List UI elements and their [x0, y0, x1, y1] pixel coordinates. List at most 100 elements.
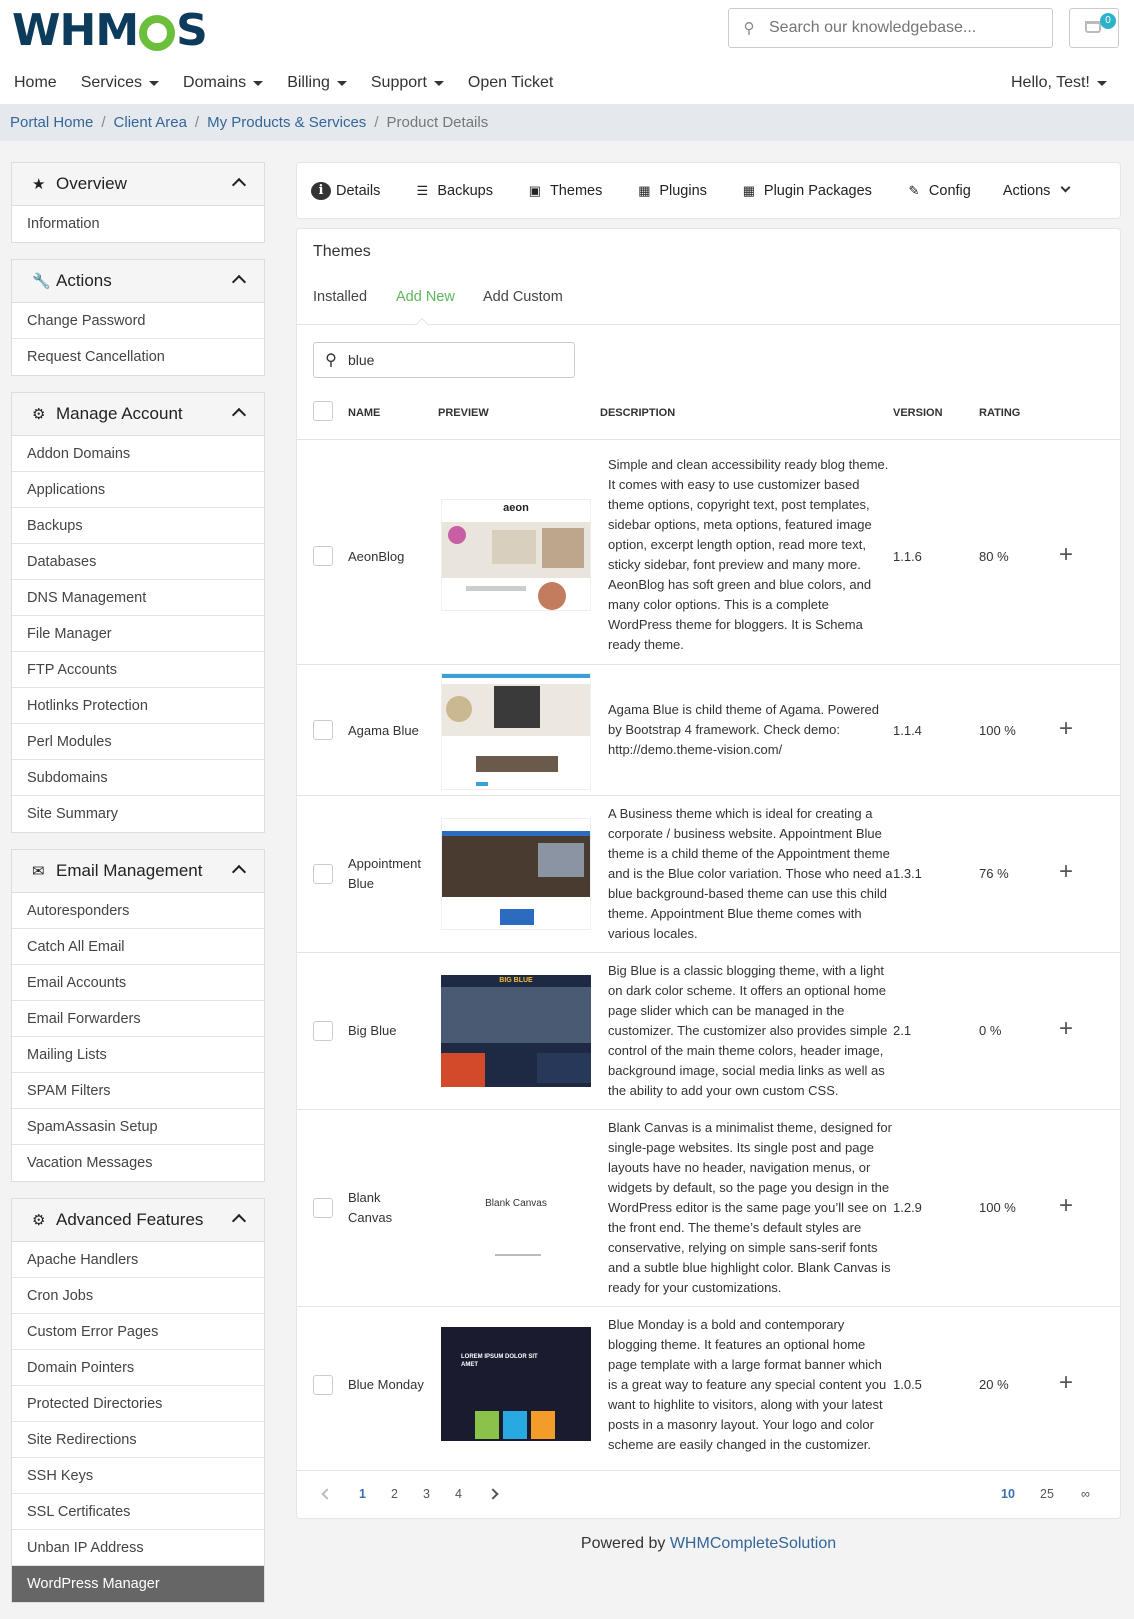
- sidebar-item-site-redirections[interactable]: Site Redirections: [12, 1422, 264, 1458]
- nav-home[interactable]: Home: [14, 70, 57, 96]
- sidebar-item-spamassasin-setup[interactable]: SpamAssasin Setup: [12, 1109, 264, 1145]
- nav-billing[interactable]: Billing: [287, 70, 347, 96]
- subtab-add-custom[interactable]: Add Custom: [483, 289, 563, 305]
- sidebar-item-ssl-certificates[interactable]: SSL Certificates: [12, 1494, 264, 1530]
- sidebar-item-email-accounts[interactable]: Email Accounts: [12, 965, 264, 1001]
- page-link[interactable]: 4: [455, 1487, 462, 1501]
- whmcs-logo[interactable]: WHM S: [12, 8, 208, 54]
- install-plus-icon[interactable]: +: [1059, 858, 1073, 886]
- nav-open-ticket[interactable]: Open Ticket: [468, 70, 553, 96]
- tab-plugins[interactable]: ▦ Plugins: [634, 182, 707, 200]
- themes-card: Themes Installed Add New Add Custom ⚲ NA…: [296, 228, 1121, 1519]
- sidebar-item-addon-domains[interactable]: Addon Domains: [12, 436, 264, 472]
- chevron-up-icon[interactable]: [231, 274, 247, 290]
- row-checkbox[interactable]: [313, 1021, 333, 1041]
- footer-link[interactable]: WHMCompleteSolution: [670, 1535, 836, 1552]
- gear-logo-icon: [139, 15, 176, 51]
- knowledgebase-search[interactable]: ⚲: [728, 8, 1053, 48]
- tab-details[interactable]: i Details: [311, 181, 380, 200]
- panel-header-overview[interactable]: ★ Overview: [12, 163, 264, 206]
- cart-button[interactable]: 0: [1069, 8, 1119, 48]
- per-page-option[interactable]: 10: [1001, 1487, 1015, 1501]
- sidebar-item-protected-directories[interactable]: Protected Directories: [12, 1386, 264, 1422]
- theme-search-input[interactable]: [348, 352, 548, 368]
- row-checkbox[interactable]: [313, 1375, 333, 1395]
- col-version[interactable]: VERSION: [893, 407, 943, 419]
- tab-backups[interactable]: ☰ Backups: [412, 182, 493, 200]
- sidebar-item-file-manager[interactable]: File Manager: [12, 616, 264, 652]
- theme-version: 1.1.6: [893, 549, 922, 564]
- install-plus-icon[interactable]: +: [1059, 715, 1073, 743]
- install-plus-icon[interactable]: +: [1059, 1015, 1073, 1043]
- sidebar-item-spam-filters[interactable]: SPAM Filters: [12, 1073, 264, 1109]
- col-name[interactable]: NAME: [348, 407, 380, 419]
- subtab-add-new[interactable]: Add New: [396, 289, 455, 305]
- tab-plugin-packages[interactable]: ▦ Plugin Packages: [739, 182, 872, 200]
- row-checkbox[interactable]: [313, 864, 333, 884]
- sidebar-item-applications[interactable]: Applications: [12, 472, 264, 508]
- chevron-up-icon[interactable]: [231, 407, 247, 423]
- next-page-icon[interactable]: [487, 1488, 499, 1500]
- knowledgebase-search-input[interactable]: [769, 19, 1039, 37]
- page-link[interactable]: 2: [391, 1487, 398, 1501]
- sidebar-item-change-password[interactable]: Change Password: [12, 303, 264, 339]
- panel-header-actions[interactable]: 🔧 Actions: [12, 260, 264, 303]
- sidebar-item-email-forwarders[interactable]: Email Forwarders: [12, 1001, 264, 1037]
- col-rating[interactable]: RATING: [979, 407, 1020, 419]
- per-page-option[interactable]: ∞: [1081, 1487, 1090, 1501]
- sidebar-item-hotlinks-protection[interactable]: Hotlinks Protection: [12, 688, 264, 724]
- product-tabs: i Details ☰ Backups ▣ Themes ▦ Plugins ▦ Plug…: [296, 162, 1121, 219]
- install-plus-icon[interactable]: +: [1059, 1192, 1073, 1220]
- user-menu[interactable]: Hello, Test!: [1011, 70, 1107, 96]
- breadcrumb-products-services[interactable]: My Products & Services: [207, 114, 366, 131]
- sidebar-item-wordpress-manager[interactable]: WordPress Manager: [12, 1566, 264, 1602]
- theme-rating: 0 %: [979, 1023, 1002, 1038]
- panel-header-manage-account[interactable]: ⚙ Manage Account: [12, 393, 264, 436]
- tab-actions[interactable]: Actions: [1003, 183, 1071, 199]
- tab-themes[interactable]: ▣ Themes: [525, 182, 603, 200]
- subtab-installed[interactable]: Installed: [313, 289, 367, 305]
- per-page-option[interactable]: 25: [1040, 1487, 1054, 1501]
- row-checkbox[interactable]: [313, 546, 333, 566]
- nav-domains[interactable]: Domains: [183, 70, 264, 96]
- panel-header-email-management[interactable]: ✉ Email Management: [12, 850, 264, 893]
- sidebar-item-vacation-messages[interactable]: Vacation Messages: [12, 1145, 264, 1181]
- breadcrumb-client-area[interactable]: Client Area: [114, 114, 187, 131]
- pencil-icon: ✎: [908, 182, 920, 198]
- sidebar-item-catch-all-email[interactable]: Catch All Email: [12, 929, 264, 965]
- sidebar-item-autoresponders[interactable]: Autoresponders: [12, 893, 264, 929]
- theme-search[interactable]: ⚲: [313, 342, 575, 378]
- nav-support[interactable]: Support: [371, 70, 444, 96]
- page-link[interactable]: 3: [423, 1487, 430, 1501]
- tab-config[interactable]: ✎ Config: [904, 182, 970, 200]
- prev-page-icon[interactable]: [321, 1488, 333, 1500]
- sidebar-item-cron-jobs[interactable]: Cron Jobs: [12, 1278, 264, 1314]
- sidebar-item-custom-error-pages[interactable]: Custom Error Pages: [12, 1314, 264, 1350]
- theme-name: AeonBlog: [348, 549, 405, 564]
- panel-header-advanced-features[interactable]: ⚙ Advanced Features: [12, 1199, 264, 1242]
- sidebar-item-information[interactable]: Information: [12, 206, 264, 242]
- sidebar-item-dns-management[interactable]: DNS Management: [12, 580, 264, 616]
- select-all-checkbox[interactable]: [313, 401, 333, 421]
- sidebar-item-ftp-accounts[interactable]: FTP Accounts: [12, 652, 264, 688]
- install-plus-icon[interactable]: +: [1059, 1369, 1073, 1397]
- chevron-up-icon[interactable]: [231, 864, 247, 880]
- nav-services[interactable]: Services: [81, 70, 160, 96]
- sidebar-item-ssh-keys[interactable]: SSH Keys: [12, 1458, 264, 1494]
- row-checkbox[interactable]: [313, 720, 333, 740]
- row-checkbox[interactable]: [313, 1198, 333, 1218]
- sidebar-item-perl-modules[interactable]: Perl Modules: [12, 724, 264, 760]
- sidebar-item-subdomains[interactable]: Subdomains: [12, 760, 264, 796]
- sidebar-item-backups[interactable]: Backups: [12, 508, 264, 544]
- sidebar-item-apache-handlers[interactable]: Apache Handlers: [12, 1242, 264, 1278]
- install-plus-icon[interactable]: +: [1059, 541, 1073, 569]
- breadcrumb-portal-home[interactable]: Portal Home: [10, 114, 93, 131]
- sidebar-item-domain-pointers[interactable]: Domain Pointers: [12, 1350, 264, 1386]
- chevron-up-icon[interactable]: [231, 1213, 247, 1229]
- sidebar-item-mailing-lists[interactable]: Mailing Lists: [12, 1037, 264, 1073]
- chevron-up-icon[interactable]: [231, 177, 247, 193]
- sidebar-item-request-cancellation[interactable]: Request Cancellation: [12, 339, 264, 375]
- page-link[interactable]: 1: [359, 1487, 366, 1501]
- sidebar-item-databases[interactable]: Databases: [12, 544, 264, 580]
- sidebar-item-site-summary[interactable]: Site Summary: [12, 796, 264, 832]
